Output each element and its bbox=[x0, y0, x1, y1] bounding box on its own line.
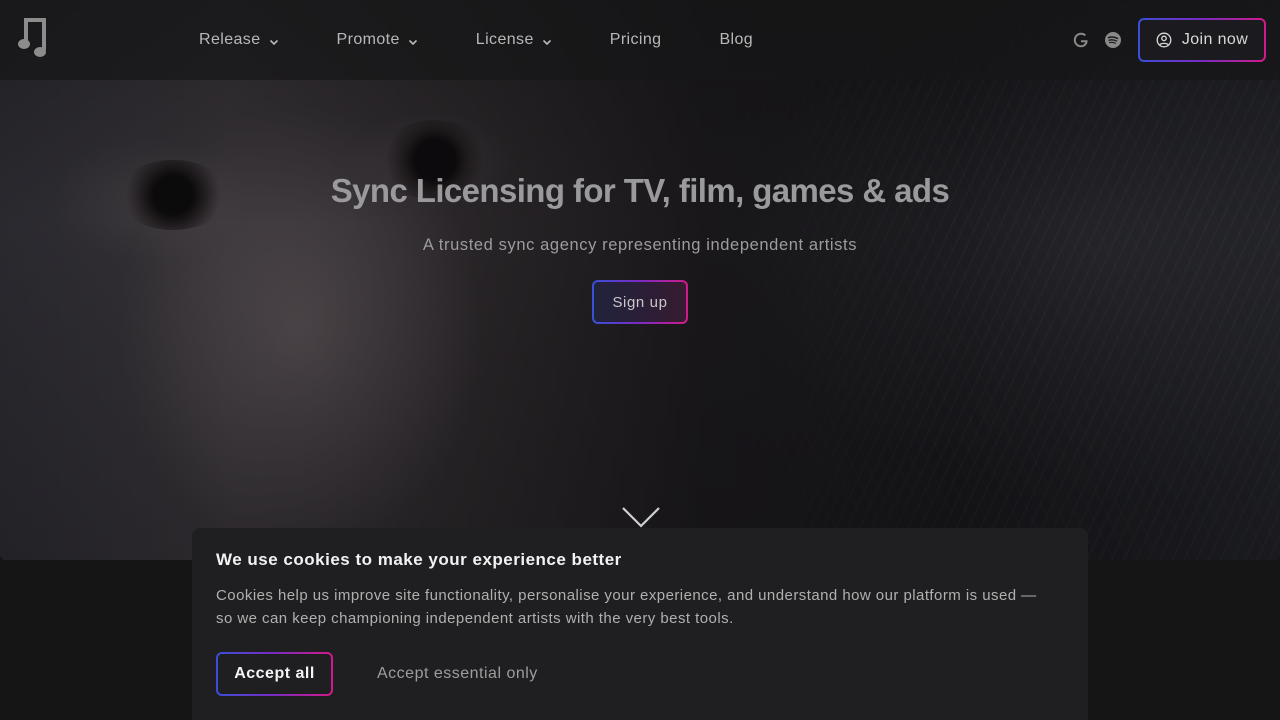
nav-item-label: Blog bbox=[719, 31, 754, 48]
join-now-button[interactable]: Join now bbox=[1138, 18, 1266, 62]
google-icon[interactable] bbox=[1072, 31, 1090, 49]
cookie-banner-title: We use cookies to make your experience b… bbox=[216, 550, 622, 569]
nav-item-label: Pricing bbox=[609, 31, 662, 48]
sign-up-button[interactable]: Sign up bbox=[592, 280, 688, 324]
chevron-down-icon bbox=[408, 39, 417, 45]
cookie-banner: We use cookies to make your experience b… bbox=[192, 528, 1088, 720]
accept-essential-only-button[interactable]: Accept essential only bbox=[377, 665, 538, 683]
sign-up-button-inner: Sign up bbox=[594, 282, 686, 322]
chevron-down-icon bbox=[269, 39, 278, 45]
nav-item-blog[interactable]: Blog bbox=[719, 31, 753, 49]
nav-item-promote[interactable]: Promote bbox=[337, 31, 418, 49]
hero-subtitle: A trusted sync agency representing indep… bbox=[422, 236, 858, 254]
cookie-banner-actions: Accept all Accept essential only bbox=[216, 652, 538, 696]
hero-title: Sync Licensing for TV, film, games & ads bbox=[330, 172, 950, 209]
user-circle-icon bbox=[1156, 32, 1172, 48]
sign-up-label: Sign up bbox=[612, 293, 668, 311]
nav-item-label: Promote bbox=[336, 31, 400, 48]
spotify-icon[interactable] bbox=[1104, 31, 1122, 49]
chevron-down-icon bbox=[542, 39, 551, 45]
page: Release Promote License Pricing Blog Joi… bbox=[0, 0, 1280, 720]
header-actions: Join now bbox=[1072, 18, 1266, 62]
nav-item-label: License bbox=[475, 31, 534, 48]
nav-item-pricing[interactable]: Pricing bbox=[610, 31, 662, 49]
scroll-down-chevron-icon[interactable] bbox=[621, 505, 661, 529]
nav-item-license[interactable]: License bbox=[476, 31, 552, 49]
join-now-label: Join now bbox=[1181, 31, 1249, 48]
main-nav: Release Promote License Pricing Blog bbox=[199, 0, 811, 80]
music-note-logo-icon[interactable] bbox=[18, 16, 48, 58]
accept-all-button[interactable]: Accept all bbox=[216, 652, 333, 696]
site-header: Release Promote License Pricing Blog Joi… bbox=[0, 0, 1280, 80]
nav-item-release[interactable]: Release bbox=[199, 31, 279, 49]
cookie-banner-text: Cookies help us improve site functionali… bbox=[216, 587, 1037, 627]
accept-all-button-inner: Accept all bbox=[218, 654, 331, 694]
join-now-button-inner: Join now bbox=[1140, 20, 1264, 60]
nav-item-label: Release bbox=[199, 31, 261, 48]
accept-all-label: Accept all bbox=[234, 665, 315, 682]
